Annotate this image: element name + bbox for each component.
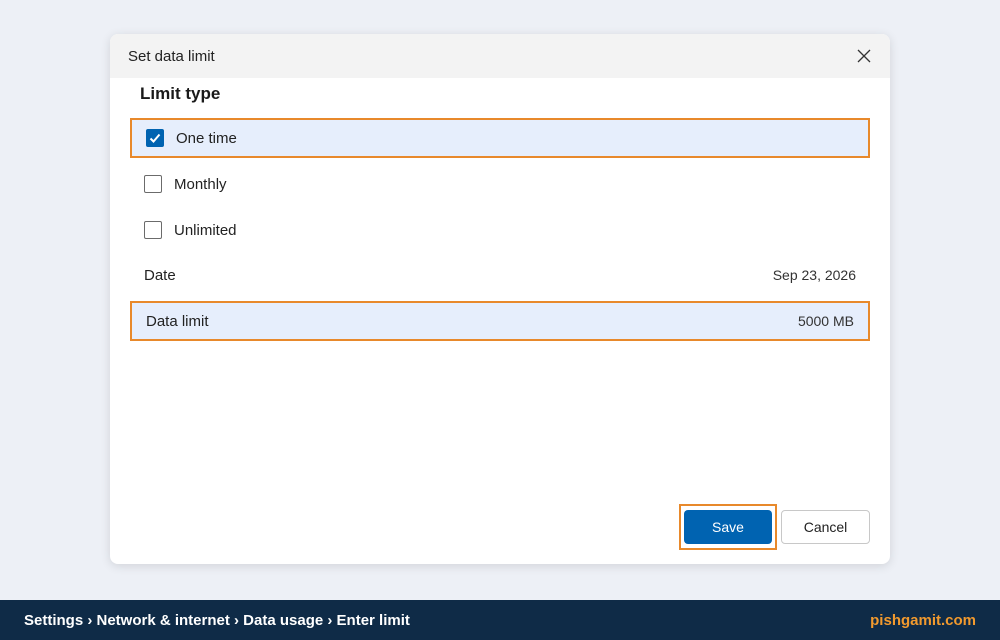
- limit-type-heading: Limit type: [140, 84, 221, 103]
- dialog-title: Set data limit: [128, 47, 215, 65]
- option-label: Monthly: [174, 175, 227, 193]
- breadcrumb: Settings › Network & internet › Data usa…: [24, 611, 410, 629]
- checkmark-icon: [149, 133, 161, 143]
- data-limit-label: Data limit: [146, 312, 209, 330]
- set-data-limit-dialog: Set data limit Limit type One time Month…: [110, 34, 890, 564]
- monthly-checkbox[interactable]: [144, 175, 162, 193]
- close-icon: [857, 49, 871, 63]
- option-unlimited[interactable]: Unlimited: [130, 210, 870, 250]
- data-limit-row[interactable]: Data limit 5000 MB: [130, 301, 870, 341]
- date-label: Date: [144, 266, 176, 284]
- one-time-checkbox[interactable]: [146, 129, 164, 147]
- cancel-button[interactable]: Cancel: [781, 510, 870, 544]
- dialog-titlebar: Set data limit: [110, 34, 890, 78]
- data-limit-value: 5000 MB: [797, 313, 854, 329]
- save-button[interactable]: Save: [684, 510, 772, 544]
- date-value: Sep 23, 2026: [772, 267, 856, 283]
- save-button-highlight: Save: [679, 504, 777, 550]
- option-one-time[interactable]: One time: [130, 118, 870, 158]
- option-monthly[interactable]: Monthly: [130, 164, 870, 204]
- site-name: pishgamit.com: [870, 611, 976, 629]
- date-row[interactable]: Date Sep 23, 2026: [130, 255, 870, 295]
- footer-bar: Settings › Network & internet › Data usa…: [0, 600, 1000, 640]
- unlimited-checkbox[interactable]: [144, 221, 162, 239]
- close-button[interactable]: [854, 46, 874, 66]
- option-label: Unlimited: [174, 221, 237, 239]
- option-label: One time: [176, 129, 237, 147]
